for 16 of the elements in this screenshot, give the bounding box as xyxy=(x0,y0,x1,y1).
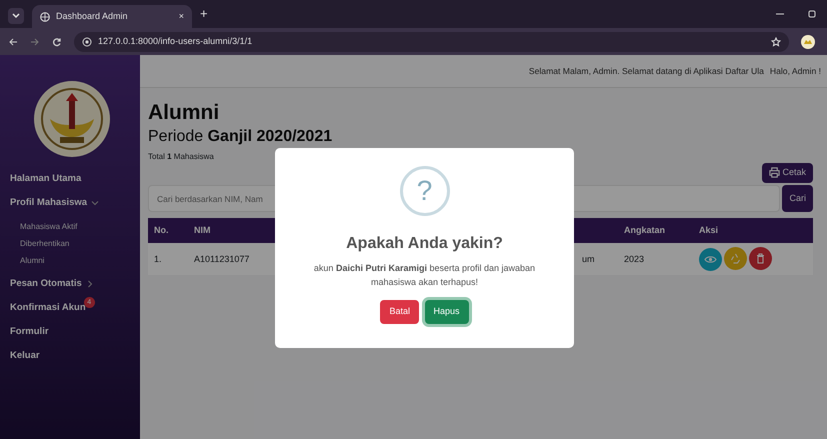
user-greeting: Halo, Admin ! xyxy=(770,64,821,78)
tab-title: Dashboard Admin xyxy=(56,10,129,23)
column-header: Aksi xyxy=(693,218,813,244)
dialog-title: Apakah Anda yakin? xyxy=(346,234,503,254)
dialog-message: akun Daichi Putri Karamigi beserta profil dan jawaban mahasiswa akan terhapus! xyxy=(312,262,536,289)
table-cell: um xyxy=(582,254,595,264)
greeting-text: Selamat Malam, Admin. Selamat datang di Aplikasi Daftar Ula xyxy=(528,64,764,78)
table-cell: A1011231077 xyxy=(194,254,250,264)
table-cell: 2023 xyxy=(624,254,644,264)
period-heading: Periode Ganjil 2020/2021 xyxy=(148,127,334,148)
column-header: No. xyxy=(148,218,188,244)
question-icon: ? xyxy=(400,166,450,216)
column-header: Angkatan xyxy=(618,218,693,244)
total-count: Total 1 Mahasiswa xyxy=(148,151,215,164)
table-cell: 1. xyxy=(154,254,162,264)
page-title: Alumni xyxy=(148,100,220,126)
